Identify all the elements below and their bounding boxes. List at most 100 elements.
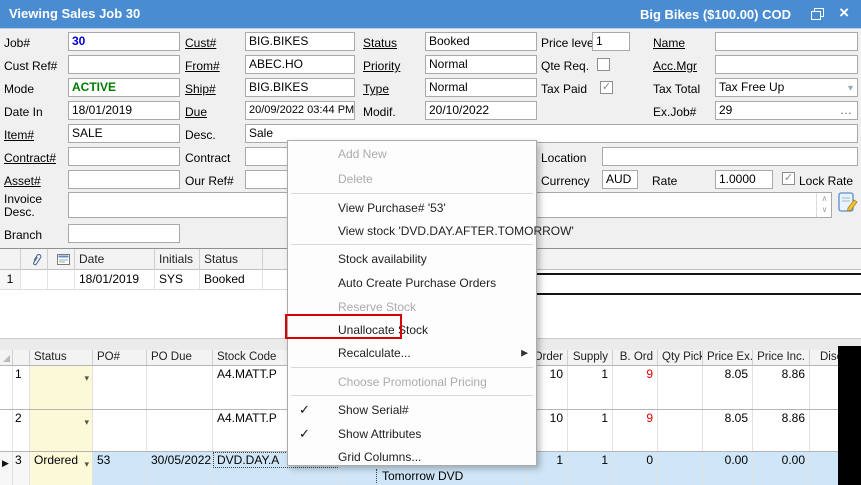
price-inc-cell[interactable]: 8.86 (753, 410, 810, 451)
comment-column-header[interactable] (48, 249, 75, 270)
branch-field[interactable] (68, 224, 180, 243)
cust-label[interactable]: Cust# (185, 36, 216, 50)
chevron-down-icon[interactable]: ▾ (848, 80, 853, 97)
name-label[interactable]: Name (653, 36, 685, 50)
due-label[interactable]: Due (185, 105, 207, 119)
status-cell[interactable]: Ordered▾ (30, 452, 93, 485)
tax-paid-checkbox[interactable]: ✓ (600, 81, 613, 94)
menu-item-grid-columns[interactable]: Grid Columns... (288, 446, 536, 467)
bord-cell[interactable]: 9 (613, 410, 658, 451)
bord-column-header[interactable]: B. Ord (613, 350, 658, 365)
po-cell[interactable] (93, 410, 147, 451)
qty-pick-cell[interactable] (658, 452, 703, 485)
cust-ref-field[interactable] (68, 55, 180, 74)
type-field[interactable]: Normal (425, 78, 537, 97)
attachment-column-header[interactable] (21, 249, 48, 270)
bord-cell[interactable]: 9 (613, 366, 658, 409)
po-due-column-header[interactable]: PO Due (147, 350, 213, 365)
chevron-down-icon[interactable]: ▾ (84, 456, 89, 472)
job-field[interactable]: 30 (68, 32, 180, 51)
acc-mgr-label[interactable]: Acc.Mgr (653, 59, 697, 73)
history-initials-header[interactable]: Initials (155, 249, 200, 270)
history-status-header[interactable]: Status (200, 249, 263, 270)
price-ex-cell[interactable]: 8.05 (703, 410, 753, 451)
priority-field[interactable]: Normal (425, 55, 537, 74)
contract-no-field[interactable] (68, 147, 180, 166)
ellipsis-button[interactable]: … (840, 102, 853, 119)
qte-req-checkbox[interactable] (597, 58, 610, 71)
po-due-cell[interactable]: 30/05/2022 (147, 452, 213, 485)
tax-paid-label: Tax Paid (541, 82, 587, 96)
from-label[interactable]: From# (185, 59, 220, 73)
scroll-down-icon[interactable]: ∨ (817, 204, 832, 215)
menu-item-stock-availability[interactable]: Stock availability (288, 247, 536, 271)
supply-cell[interactable]: 1 (568, 366, 613, 409)
close-icon[interactable]: × (839, 3, 849, 23)
grid-corner-cell[interactable] (0, 350, 13, 365)
name-field[interactable] (715, 32, 858, 51)
qty-pick-column-header[interactable]: Qty Pick (658, 350, 703, 365)
qty-pick-cell[interactable] (658, 366, 703, 409)
history-date-header[interactable]: Date (75, 249, 155, 270)
type-label[interactable]: Type (363, 82, 389, 96)
chevron-down-icon[interactable]: ▾ (84, 414, 89, 430)
status-cell[interactable]: ▾ (30, 410, 93, 451)
contract-no-label[interactable]: Contract# (4, 151, 56, 165)
price-inc-column-header[interactable]: Price Inc. (753, 350, 810, 365)
due-field[interactable]: 20/09/2022 03:44 PM (245, 101, 355, 120)
ship-label[interactable]: Ship# (185, 82, 216, 96)
supply-cell[interactable]: 1 (568, 452, 613, 485)
menu-item-view-stock[interactable]: View stock 'DVD.DAY.AFTER.TOMORROW' (288, 219, 536, 242)
po-cell[interactable] (93, 366, 147, 409)
price-ex-cell[interactable]: 0.00 (703, 452, 753, 485)
po-due-cell[interactable] (147, 410, 213, 451)
history-row-number-header (0, 249, 21, 270)
bord-cell[interactable]: 0 (613, 452, 658, 485)
supply-cell[interactable]: 1 (568, 410, 613, 451)
status-column-header[interactable]: Status (30, 350, 93, 365)
scroll-up-icon[interactable]: ∧ (817, 193, 832, 204)
acc-mgr-field[interactable] (715, 55, 858, 74)
price-level-field[interactable]: 1 (592, 32, 630, 51)
item-field[interactable]: SALE (68, 124, 180, 143)
item-label[interactable]: Item# (4, 128, 34, 142)
po-cell[interactable]: 53 (93, 452, 147, 485)
status-cell[interactable]: ▾ (30, 366, 93, 409)
currency-field[interactable]: AUD (602, 170, 638, 189)
chevron-down-icon[interactable]: ▾ (84, 370, 89, 386)
menu-item-auto-create-po[interactable]: Auto Create Purchase Orders (288, 271, 536, 295)
from-field[interactable]: ABEC.HO (245, 55, 355, 74)
lock-rate-checkbox[interactable]: ✓ (782, 172, 795, 185)
date-in-field[interactable]: 18/01/2019 (68, 101, 180, 120)
cust-field[interactable]: BIG.BIKES (245, 32, 355, 51)
price-ex-cell[interactable]: 8.05 (703, 366, 753, 409)
edit-note-icon[interactable] (838, 192, 858, 214)
rate-field[interactable]: 1.0000 (715, 170, 773, 189)
status-label[interactable]: Status (363, 36, 397, 50)
float-window-icon[interactable] (811, 8, 823, 19)
price-ex-column-header[interactable]: Price Ex. (703, 350, 753, 365)
cust-ref-label: Cust Ref# (4, 59, 57, 73)
po-due-cell[interactable] (147, 366, 213, 409)
priority-label[interactable]: Priority (363, 59, 400, 73)
asset-field[interactable] (68, 170, 180, 189)
po-column-header[interactable]: PO# (93, 350, 147, 365)
check-icon: ✓ (299, 402, 310, 418)
invoice-desc-scroll[interactable]: ∧∨ (816, 193, 832, 217)
menu-item-view-purchase[interactable]: View Purchase# '53' (288, 196, 536, 219)
supply-column-header[interactable]: Supply (568, 350, 613, 365)
asset-label[interactable]: Asset# (4, 174, 41, 188)
status-field[interactable]: Booked (425, 32, 537, 51)
menu-item-show-serial[interactable]: ✓Show Serial# (288, 398, 536, 422)
price-inc-cell[interactable]: 0.00 (753, 452, 810, 485)
ex-job-field[interactable]: 29… (715, 101, 858, 120)
currency-label: Currency (541, 174, 590, 188)
location-field[interactable] (602, 147, 858, 166)
qty-pick-cell[interactable] (658, 410, 703, 451)
tax-total-dropdown[interactable]: Tax Free Up▾ (715, 78, 858, 97)
menu-item-show-attributes[interactable]: ✓Show Attributes (288, 422, 536, 446)
menu-item-recalculate[interactable]: Recalculate...▶ (288, 341, 536, 365)
price-inc-cell[interactable]: 8.86 (753, 366, 810, 409)
modif-field[interactable]: 20/10/2022 (425, 101, 537, 120)
ship-field[interactable]: BIG.BIKES (245, 78, 355, 97)
